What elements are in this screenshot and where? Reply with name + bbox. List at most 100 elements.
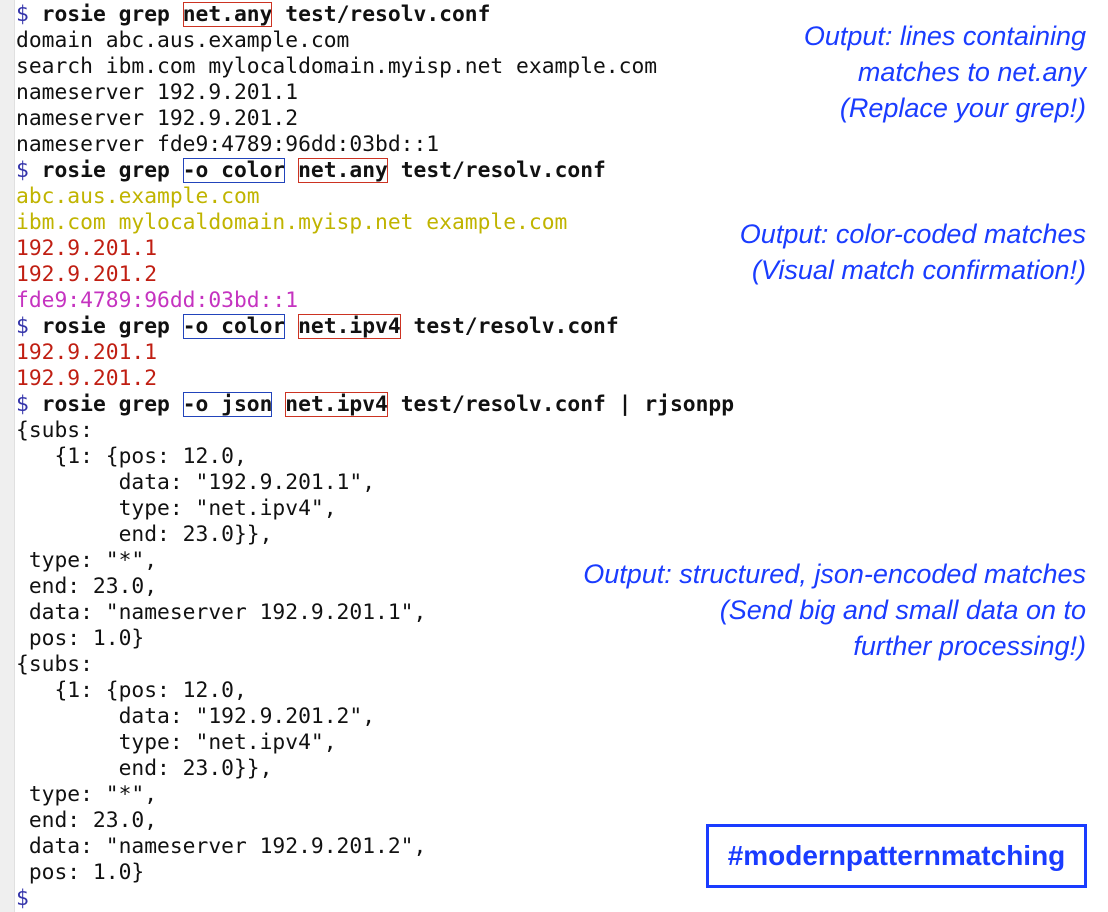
- output-line: 192.9.201.1: [16, 340, 157, 366]
- terminal-text: pos: 1.0}: [16, 626, 145, 651]
- output-line: fde9:4789:96dd:03bd::1: [16, 288, 298, 314]
- terminal-text: rosie grep: [41, 314, 170, 339]
- output-line: data: "nameserver 192.9.201.2",: [16, 834, 427, 860]
- terminal-text: rosie grep: [41, 158, 170, 183]
- annotation-grep-output: Output: lines containing matches to net.…: [804, 18, 1086, 126]
- terminal-text: type: "*",: [16, 782, 158, 807]
- terminal-text: rosie grep: [41, 2, 170, 27]
- terminal-text: nameserver fde9:4789:96dd:03bd::1: [16, 132, 440, 157]
- terminal-text: test/resolv.conf | rjsonpp: [400, 392, 735, 417]
- hashtag-box: #modernpatternmatching: [706, 824, 1087, 888]
- annotation-line: Output: color-coded matches: [739, 219, 1086, 249]
- colored-match: abc.aus.example.com: [16, 184, 260, 209]
- output-option-highlight: -o color: [182, 158, 286, 183]
- colored-match: 192.9.201.1: [16, 236, 158, 261]
- output-line: data: "192.9.201.2",: [16, 704, 375, 730]
- terminal-window[interactable]: $ rosie grep net.any test/resolv.conf dom…: [0, 0, 1108, 912]
- annotation-line: further processing!): [853, 631, 1086, 661]
- output-line: abc.aus.example.com: [16, 184, 260, 210]
- annotation-line: Output: structured, json-encoded matches: [583, 559, 1086, 589]
- shell-prompt: $: [16, 158, 29, 183]
- terminal-text: end: 23.0}},: [16, 756, 273, 781]
- output-line: domain abc.aus.example.com: [16, 28, 349, 54]
- pattern-name-highlight: net.ipv4: [285, 392, 388, 417]
- command-line: $ rosie grep net.any test/resolv.conf: [16, 2, 490, 28]
- terminal-text: {1: {pos: 12.0,: [16, 678, 247, 703]
- terminal-text: nameserver 192.9.201.2: [16, 106, 299, 131]
- output-line: end: 23.0}},: [16, 522, 273, 548]
- annotation-line: matches to net.any: [857, 57, 1086, 87]
- terminal-text: {subs:: [16, 652, 93, 677]
- terminal-text: type: "net.ipv4",: [16, 496, 337, 521]
- annotation-line: (Send big and small data on to: [719, 595, 1086, 625]
- terminal-text: {subs:: [16, 418, 93, 443]
- output-line: nameserver 192.9.201.2: [16, 106, 298, 132]
- output-line: data: "nameserver 192.9.201.1",: [16, 600, 427, 626]
- shell-prompt: $: [16, 2, 29, 27]
- terminal-text: data: "192.9.201.2",: [16, 704, 376, 729]
- annotation-json-output: Output: structured, json-encoded matches…: [583, 556, 1086, 664]
- annotation-color-output: Output: color-coded matches (Visual matc…: [740, 216, 1086, 288]
- terminal-text: pos: 1.0}: [16, 860, 145, 885]
- output-line: pos: 1.0}: [16, 626, 144, 652]
- terminal-text: type: "net.ipv4",: [16, 730, 337, 755]
- colored-match: fde9:4789:96dd:03bd::1: [16, 288, 299, 313]
- pattern-name-highlight: net.any: [182, 2, 273, 27]
- terminal-text: rosie grep: [41, 392, 170, 417]
- terminal-text: domain abc.aus.example.com: [16, 28, 350, 53]
- terminal-text: end: 23.0}},: [16, 522, 273, 547]
- output-line: nameserver fde9:4789:96dd:03bd::1: [16, 132, 439, 158]
- annotation-line: (Replace your grep!): [839, 93, 1086, 123]
- output-line: search ibm.com mylocaldomain.myisp.net e…: [16, 54, 657, 80]
- output-option-highlight: -o color: [182, 314, 286, 339]
- annotation-line: Output: lines containing: [803, 21, 1086, 51]
- output-line: {subs:: [16, 418, 93, 444]
- output-line: type: "net.ipv4",: [16, 730, 337, 756]
- output-line: 192.9.201.1: [16, 236, 157, 262]
- pattern-name-highlight: net.ipv4: [298, 314, 401, 339]
- terminal-text: data: "192.9.201.1",: [16, 470, 376, 495]
- output-line: end: 23.0}},: [16, 756, 273, 782]
- output-line: 192.9.201.2: [16, 262, 157, 288]
- command-line: $ rosie grep -o color net.ipv4 test/reso…: [16, 314, 619, 340]
- output-option-highlight: -o json: [182, 392, 273, 417]
- output-line: nameserver 192.9.201.1: [16, 80, 298, 106]
- terminal-text: {1: {pos: 12.0,: [16, 444, 247, 469]
- command-line: $: [16, 886, 29, 912]
- shell-prompt: $: [16, 392, 29, 417]
- output-line: end: 23.0,: [16, 808, 157, 834]
- pattern-name-highlight: net.any: [298, 158, 388, 183]
- terminal-text: test/resolv.conf: [400, 158, 606, 183]
- output-line: ibm.com mylocaldomain.myisp.net example.…: [16, 210, 567, 236]
- terminal-text: type: "*",: [16, 548, 158, 573]
- output-line: type: "*",: [16, 548, 157, 574]
- terminal-text: nameserver 192.9.201.1: [16, 80, 299, 105]
- terminal-text: data: "nameserver 192.9.201.1",: [16, 600, 427, 625]
- terminal-text: end: 23.0,: [16, 808, 158, 833]
- terminal-text: search ibm.com mylocaldomain.myisp.net e…: [16, 54, 658, 79]
- output-line: type: "net.ipv4",: [16, 496, 337, 522]
- terminal-text: test/resolv.conf: [413, 314, 619, 339]
- colored-match: 192.9.201.2: [16, 262, 158, 287]
- command-line: $ rosie grep -o color net.any test/resol…: [16, 158, 606, 184]
- output-line: data: "192.9.201.1",: [16, 470, 375, 496]
- annotation-line: (Visual match confirmation!): [751, 255, 1086, 285]
- shell-prompt: $: [16, 314, 29, 339]
- output-line: end: 23.0,: [16, 574, 157, 600]
- colored-match: ibm.com mylocaldomain.myisp.net example.…: [16, 210, 568, 235]
- terminal-text: end: 23.0,: [16, 574, 158, 599]
